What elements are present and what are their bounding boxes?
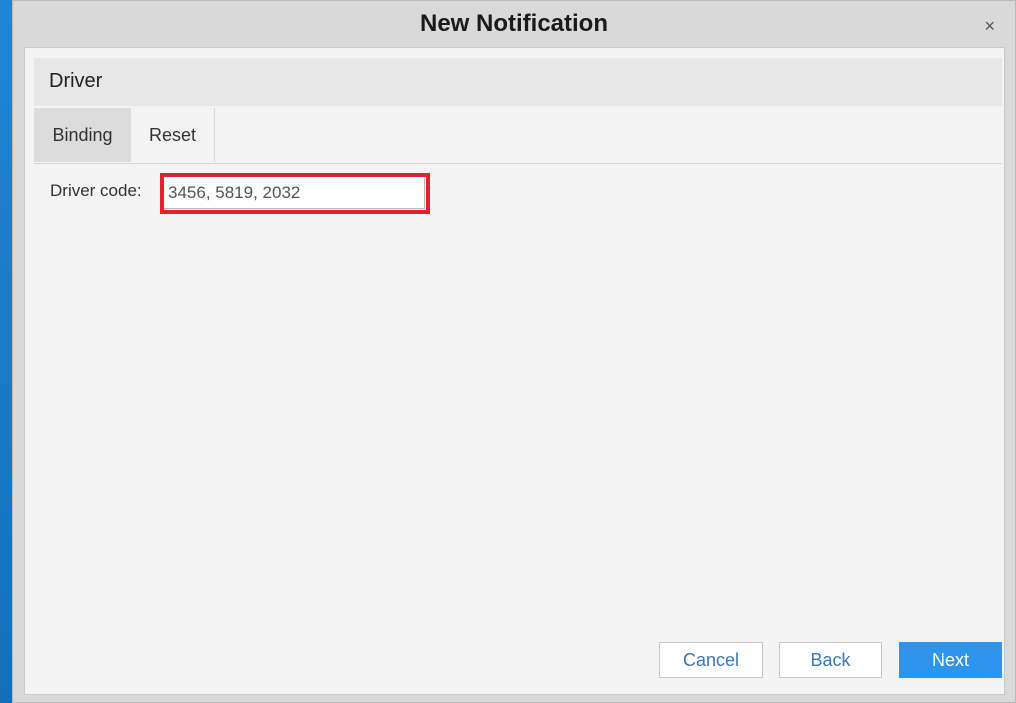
desktop-background-strip [0,0,12,703]
section-title: Driver [49,70,103,92]
section-header: Driver [34,58,1002,106]
dialog-titlebar: New Notification × [13,1,1015,47]
back-button[interactable]: Back [779,642,882,678]
tab-reset[interactable]: Reset [131,108,215,162]
dialog-content: Driver Binding Reset Driver code: Cancel… [24,47,1005,695]
driver-code-label: Driver code: [50,181,142,200]
highlight-annotation-box [160,173,430,214]
close-icon[interactable]: × [984,17,995,35]
next-button[interactable]: Next [899,642,1002,678]
tab-bar: Binding Reset [34,108,1002,164]
cancel-button[interactable]: Cancel [659,642,763,678]
new-notification-dialog: New Notification × Driver Binding Reset … [12,0,1016,703]
dialog-title: New Notification [419,10,608,37]
tab-binding[interactable]: Binding [34,108,131,162]
